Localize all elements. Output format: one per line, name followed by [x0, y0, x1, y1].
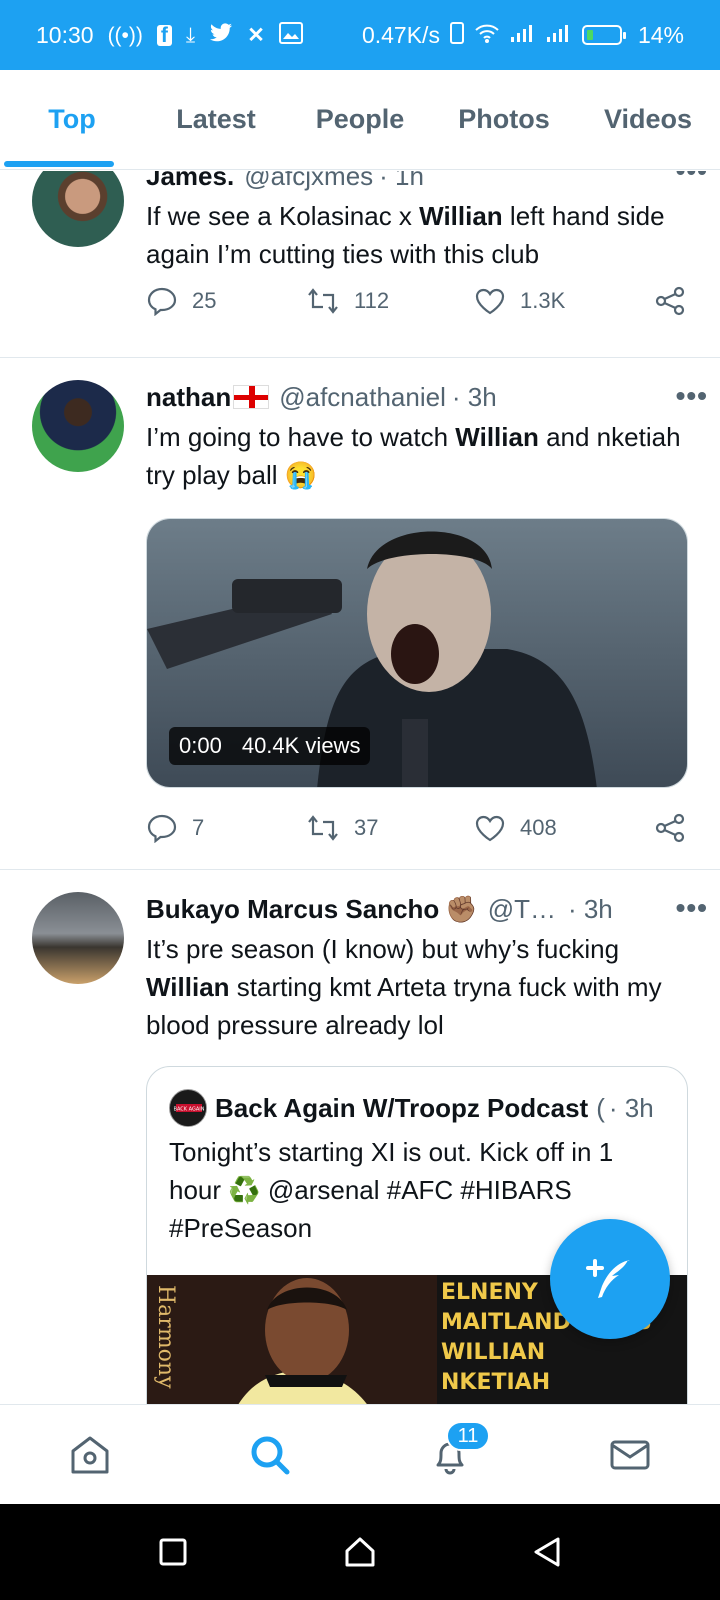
tweet-text: It’s pre season (I know) but why’s fucki… [146, 934, 662, 1040]
nav-notifications[interactable]: 11 [360, 1405, 540, 1504]
lineup-name: NKETIAH [441, 1370, 550, 1395]
video-time: 0:00 [179, 733, 222, 758]
tab-people[interactable]: People [288, 70, 432, 169]
england-flag-icon [233, 385, 270, 409]
hotspot-icon: ((•)) [107, 23, 143, 47]
retweet-button[interactable]: 112 [306, 287, 474, 315]
download-icon: ⤓ [185, 23, 196, 47]
bottom-navigation: 11 [0, 1404, 720, 1504]
tweet-time: · 1h [379, 171, 424, 191]
avatar[interactable] [32, 171, 124, 247]
lineup-name: WILLIAN [441, 1340, 545, 1365]
tab-latest[interactable]: Latest [144, 70, 288, 169]
video-views: 40.4K views [241, 733, 361, 758]
share-icon [655, 286, 685, 316]
heart-icon [475, 288, 505, 315]
svg-text:Harmony: Harmony [153, 1285, 178, 1389]
clock: 10:30 [36, 21, 94, 48]
svg-text:BACK AGAIN: BACK AGAIN [174, 1107, 205, 1113]
signal-icon-1 [510, 23, 536, 47]
heart-icon [475, 815, 505, 842]
more-options-icon[interactable]: ••• [676, 171, 708, 187]
like-count: 408 [520, 815, 557, 840]
tweet-text: If we see a Kolasinac x Willian left han… [146, 201, 665, 269]
compose-feather-icon [586, 1259, 630, 1298]
tweet-time: · 3h [567, 893, 613, 924]
battery-percent: 14% [637, 21, 684, 48]
nav-messages[interactable] [540, 1405, 720, 1504]
lineup-name: ELNENY [441, 1280, 539, 1305]
signal-icon-2 [546, 23, 572, 47]
video-info-badge: 0:00 40.4K views [169, 727, 371, 765]
reply-count: 7 [192, 815, 205, 840]
reply-button[interactable]: 25 [146, 286, 306, 316]
tweet-time: · 3h [451, 381, 497, 412]
more-options-icon[interactable]: ••• [676, 892, 708, 924]
author-handle[interactable]: @T… [488, 894, 556, 925]
search-icon [251, 1436, 290, 1474]
tab-top[interactable]: Top [0, 70, 144, 169]
system-navigation [0, 1504, 720, 1600]
video-player[interactable]: 0:00 40.4K views [146, 518, 688, 788]
like-button[interactable]: 1.3K [474, 286, 650, 316]
like-count: 1.3K [520, 288, 566, 313]
avatar[interactable] [32, 380, 124, 472]
more-options-icon[interactable]: ••• [676, 380, 708, 412]
phone-outline-icon [449, 22, 464, 48]
tab-photos[interactable]: Photos [432, 70, 576, 169]
reply-icon [147, 814, 177, 843]
wifi-icon [474, 22, 500, 48]
compose-tweet-button[interactable] [550, 1219, 670, 1339]
quoted-author-name[interactable]: Back Again W/Troopz Podcast [215, 1093, 588, 1124]
quoted-time: · 3h [608, 1092, 654, 1123]
share-button[interactable] [654, 813, 686, 843]
raised-fist-emoji: ✊🏽 [445, 893, 478, 924]
quoted-handle-trail: ( [596, 1092, 605, 1123]
retweet-count: 112 [354, 288, 390, 313]
notifications-badge: 11 [446, 1421, 490, 1451]
home-circle-icon[interactable] [343, 1535, 377, 1569]
battery-icon [581, 25, 626, 45]
reply-icon [147, 287, 177, 316]
retweet-count: 37 [354, 815, 379, 840]
tab-videos[interactable]: Videos [576, 70, 720, 169]
avatar[interactable] [32, 892, 124, 984]
x-icon: ✕ [247, 23, 265, 47]
tweet[interactable]: James. @afcjxmes · 1h If we see a Kolasi… [0, 171, 720, 357]
back-triangle-icon[interactable] [532, 1536, 562, 1568]
share-button[interactable] [654, 286, 686, 316]
author-name[interactable]: nathan [146, 382, 231, 413]
recents-square-icon[interactable] [158, 1537, 188, 1567]
nav-search[interactable] [180, 1405, 360, 1504]
author-name[interactable]: James. [146, 171, 234, 192]
facebook-icon: f [156, 24, 172, 46]
author-handle[interactable]: @afcnathaniel [279, 382, 446, 413]
reply-button[interactable]: 7 [146, 813, 306, 843]
author-name[interactable]: Bukayo Marcus Sancho [146, 894, 439, 925]
gallery-icon [278, 22, 303, 48]
tweet[interactable]: nathan @afcnathaniel · 3h I’m going to h… [0, 358, 720, 870]
network-speed: 0.47K/s [361, 21, 440, 48]
nav-home[interactable] [0, 1405, 180, 1504]
tweet-text: I’m going to have to watch Willian and n… [146, 422, 681, 490]
twitter-icon [209, 23, 233, 47]
author-handle[interactable]: @afcjxmes [244, 171, 373, 192]
retweet-button[interactable]: 37 [306, 814, 474, 842]
retweet-icon [308, 288, 338, 314]
search-tabs: Top Latest People Photos Videos [0, 70, 720, 170]
like-button[interactable]: 408 [474, 813, 650, 843]
reply-count: 25 [192, 288, 217, 313]
retweet-icon [308, 815, 338, 841]
quoted-avatar[interactable]: BACK AGAIN [169, 1089, 207, 1127]
status-bar: 10:30 ((•)) f ⤓ ✕ 0.47K/s 14% [0, 0, 720, 70]
home-icon [71, 1436, 109, 1473]
share-icon [655, 813, 685, 843]
mail-icon [610, 1440, 650, 1469]
